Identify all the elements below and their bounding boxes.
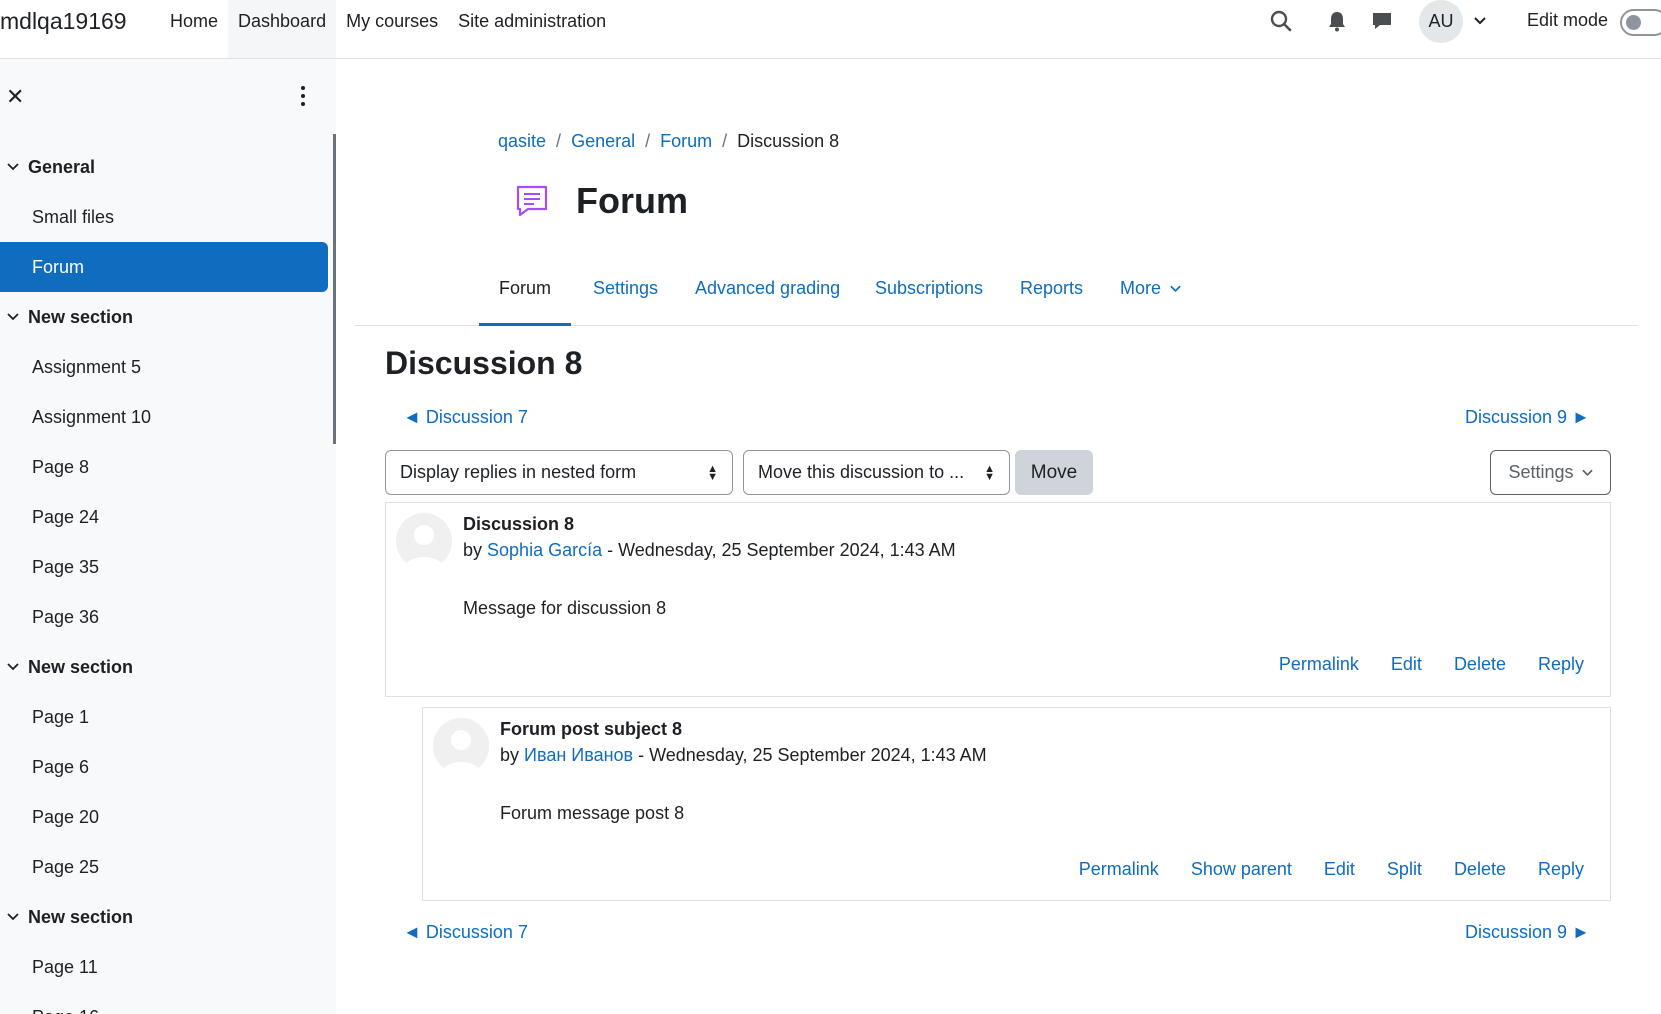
discussion-title: Discussion 8 [385, 345, 583, 381]
breadcrumb-separator: / [722, 131, 728, 151]
chevron-down-icon [1581, 469, 1593, 476]
post-date: - Wednesday, 25 September 2024, 1:43 AM [633, 745, 987, 765]
kebab-menu-icon[interactable] [296, 81, 310, 111]
tab-forum[interactable]: Forum [479, 258, 572, 326]
breadcrumb-qasite[interactable]: qasite [498, 131, 546, 152]
messages-icon[interactable] [1368, 8, 1396, 34]
tab-advanced-grading[interactable]: Advanced grading [675, 258, 860, 326]
breadcrumb: qasite / General / Forum / Discussion 8 [498, 131, 839, 152]
select-arrows-icon: ▲ ▼ [707, 462, 718, 483]
breadcrumb-forum[interactable]: Forum [660, 131, 712, 152]
post-author-link[interactable]: Sophia García [487, 540, 602, 560]
section-general[interactable]: General [0, 142, 330, 192]
display-mode-select[interactable]: Display replies in nested form ▲ ▼ [385, 450, 733, 495]
course-item[interactable]: Page 6 [0, 742, 330, 792]
next-discussion-link[interactable]: Discussion 9 ► [1465, 407, 1590, 428]
delete-link[interactable]: Delete [1454, 654, 1506, 675]
reply-link[interactable]: Reply [1538, 654, 1584, 675]
page-header: Forum [512, 180, 688, 222]
page-title: Forum [576, 180, 688, 221]
forum-icon [512, 181, 552, 221]
nav-home[interactable]: Home [160, 0, 228, 58]
avatar[interactable] [396, 513, 452, 569]
course-item[interactable]: Page 36 [0, 592, 330, 642]
post-actions: Permalink Edit Delete Reply [1279, 654, 1584, 675]
top-navbar: mdlqa19169 Home Dashboard My courses Sit… [0, 0, 1661, 59]
section-new-section-3[interactable]: New section [0, 892, 330, 942]
tab-subscriptions[interactable]: Subscriptions [855, 258, 1003, 326]
site-name[interactable]: mdlqa19169 [0, 8, 127, 35]
forum-post: Discussion 8 by Sophia García - Wednesda… [385, 502, 1611, 697]
post-subject: Forum post subject 8 [500, 719, 683, 739]
post-byline: by Иван Иванов - Wednesday, 25 September… [500, 745, 987, 765]
course-item[interactable]: Page 16 [0, 992, 330, 1014]
edit-mode-label: Edit mode [1527, 10, 1609, 30]
edit-link[interactable]: Edit [1324, 859, 1355, 880]
tab-reports[interactable]: Reports [1000, 258, 1103, 326]
permalink-link[interactable]: Permalink [1079, 859, 1159, 880]
drawer-scrollbar[interactable] [333, 134, 336, 444]
course-index-drawer: ✕ General Small files Forum New section … [0, 59, 336, 1014]
prev-discussion-link-bottom[interactable]: ◄ Discussion 7 [403, 922, 528, 943]
breadcrumb-separator: / [556, 131, 562, 151]
section-new-section-2[interactable]: New section [0, 642, 330, 692]
forum-post-reply: Forum post subject 8 by Иван Иванов - We… [422, 707, 1611, 901]
chevron-down-icon[interactable] [4, 313, 22, 321]
nav-my-courses[interactable]: My courses [336, 0, 448, 58]
course-item-small-files[interactable]: Small files [0, 192, 330, 242]
post-author-link[interactable]: Иван Иванов [524, 745, 633, 765]
course-index: General Small files Forum New section As… [0, 142, 330, 1014]
secondary-navigation: Forum Settings Advanced grading Subscrip… [355, 258, 1638, 326]
select-arrows-icon: ▲ ▼ [984, 462, 995, 483]
prev-discussion-link[interactable]: ◄ Discussion 7 [403, 407, 528, 428]
post-date: - Wednesday, 25 September 2024, 1:43 AM [602, 540, 956, 560]
chevron-down-icon[interactable] [4, 663, 22, 671]
course-item[interactable]: Page 24 [0, 492, 330, 542]
course-item[interactable]: Assignment 10 [0, 392, 330, 442]
course-item[interactable]: Page 25 [0, 842, 330, 892]
course-item[interactable]: Page 20 [0, 792, 330, 842]
move-button[interactable]: Move [1015, 450, 1093, 495]
close-icon[interactable]: ✕ [6, 84, 24, 110]
edit-link[interactable]: Edit [1391, 654, 1422, 675]
tab-more[interactable]: More [1100, 258, 1201, 326]
breadcrumb-current: Discussion 8 [737, 131, 840, 151]
edit-mode-toggle[interactable] [1620, 9, 1661, 36]
tab-settings[interactable]: Settings [573, 258, 678, 326]
avatar[interactable] [433, 718, 489, 774]
delete-link[interactable]: Delete [1454, 859, 1506, 880]
post-message: Message for discussion 8 [463, 598, 667, 618]
search-icon[interactable] [1267, 8, 1295, 34]
post-actions: Permalink Show parent Edit Split Delete … [1079, 859, 1584, 880]
chevron-down-icon[interactable] [4, 913, 22, 921]
next-discussion-link-bottom[interactable]: Discussion 9 ► [1465, 922, 1590, 943]
course-item-forum[interactable]: Forum [0, 242, 328, 292]
breadcrumb-separator: / [645, 131, 651, 151]
course-item[interactable]: Page 35 [0, 542, 330, 592]
course-item[interactable]: Page 11 [0, 942, 330, 992]
chevron-down-icon[interactable] [1466, 8, 1494, 34]
reply-link[interactable]: Reply [1538, 859, 1584, 880]
bell-icon[interactable] [1323, 8, 1351, 34]
course-item[interactable]: Page 8 [0, 442, 330, 492]
move-discussion-select[interactable]: Move this discussion to ... ▲ ▼ [743, 450, 1010, 495]
user-avatar[interactable]: AU [1419, 0, 1463, 43]
show-parent-link[interactable]: Show parent [1191, 859, 1292, 880]
nav-dashboard[interactable]: Dashboard [228, 0, 337, 58]
primary-navigation: Home Dashboard My courses Site administr… [160, 0, 616, 58]
chevron-down-icon[interactable] [4, 163, 22, 171]
post-subject: Discussion 8 [463, 514, 575, 534]
section-new-section-1[interactable]: New section [0, 292, 330, 342]
chevron-down-icon [1170, 285, 1181, 293]
breadcrumb-general[interactable]: General [571, 131, 635, 152]
split-link[interactable]: Split [1387, 859, 1422, 880]
nav-site-administration[interactable]: Site administration [448, 0, 616, 58]
course-item[interactable]: Assignment 5 [0, 342, 330, 392]
post-byline: by Sophia García - Wednesday, 25 Septemb… [463, 540, 956, 560]
post-message: Forum message post 8 [500, 803, 685, 823]
course-item[interactable]: Page 1 [0, 692, 330, 742]
settings-dropdown-button[interactable]: Settings [1490, 450, 1611, 495]
permalink-link[interactable]: Permalink [1279, 654, 1359, 675]
